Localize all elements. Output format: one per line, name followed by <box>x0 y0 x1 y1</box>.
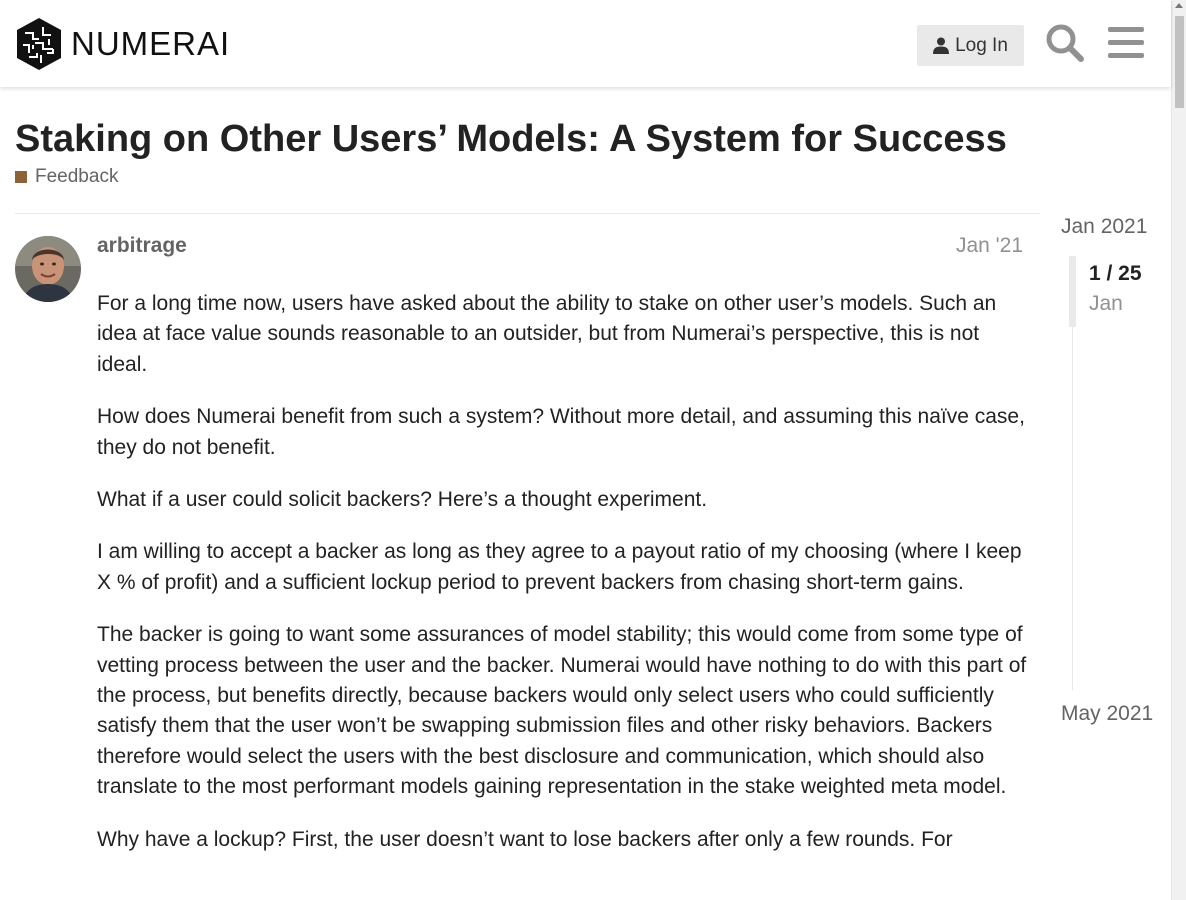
page-scrollbar[interactable] <box>1171 0 1186 900</box>
post-paragraph: What if a user could solicit backers? He… <box>97 488 708 512</box>
timeline-position-date: Jan <box>1089 292 1123 315</box>
user-icon <box>933 37 950 54</box>
login-button[interactable]: Log In <box>917 25 1024 66</box>
site-header: NUMERAI Log In <box>0 0 1171 87</box>
avatar-image <box>15 236 81 302</box>
post-author-username[interactable]: arbitrage <box>97 234 187 258</box>
post-paragraph: How does Numerai benefit from such a sys… <box>97 405 1025 459</box>
scroll-up-arrow-icon[interactable] <box>1175 3 1183 8</box>
numerai-logo-icon <box>17 18 61 70</box>
timeline-start-date[interactable]: Jan 2021 <box>1061 215 1147 239</box>
avatar[interactable] <box>15 236 81 302</box>
post-paragraph: The backer is going to want some assuran… <box>97 623 1027 799</box>
post-paragraph: For a long time now, users have asked ab… <box>97 292 997 376</box>
topic-title[interactable]: Staking on Other Users’ Models: A System… <box>15 118 1007 161</box>
hamburger-menu-icon[interactable] <box>1108 26 1144 60</box>
category-color-swatch <box>15 171 27 183</box>
category-label: Feedback <box>35 166 119 187</box>
post-date[interactable]: Jan '21 <box>956 234 1023 258</box>
timeline-end-date[interactable]: May 2021 <box>1061 702 1153 726</box>
post-body: For a long time now, users have asked ab… <box>97 289 1027 877</box>
search-icon[interactable] <box>1045 23 1085 63</box>
category-badge-feedback[interactable]: Feedback <box>15 166 118 188</box>
brand-name: NUMERAI <box>71 25 231 62</box>
post-paragraph: Why have a lockup? First, the user doesn… <box>97 827 953 851</box>
login-label: Log In <box>955 34 1008 56</box>
timeline-post-position: 1 / 25 <box>1089 262 1142 285</box>
home-logo-link[interactable]: NUMERAI <box>15 17 230 71</box>
scrollbar-thumb[interactable] <box>1175 16 1184 108</box>
post-paragraph: I am willing to accept a backer as long … <box>97 540 1022 594</box>
timeline-scroll-handle[interactable] <box>1069 256 1076 327</box>
title-divider <box>15 213 1040 214</box>
